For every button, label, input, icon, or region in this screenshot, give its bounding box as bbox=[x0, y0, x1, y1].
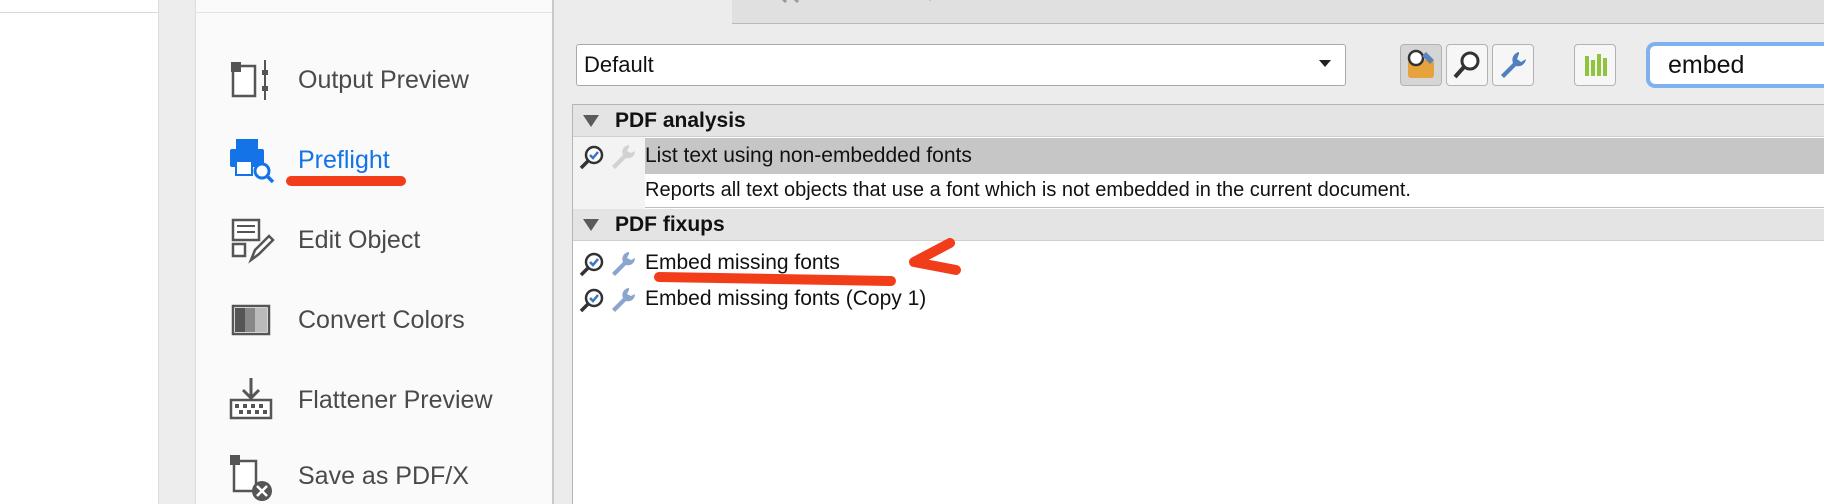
magnifier-icon bbox=[1453, 51, 1480, 79]
tool-label: Edit Object bbox=[298, 225, 421, 254]
check-magnifier-icon bbox=[579, 288, 604, 313]
row-icons bbox=[573, 138, 645, 174]
preflight-icon bbox=[226, 135, 276, 185]
profile-select-value: Default bbox=[584, 52, 654, 77]
annotation-underline-preflight bbox=[286, 176, 406, 186]
row-icons bbox=[573, 245, 645, 281]
tool-label: Preflight bbox=[298, 145, 390, 174]
disclosure-triangle-icon[interactable] bbox=[583, 218, 599, 231]
document-area bbox=[0, 0, 158, 504]
save-pdfx-icon bbox=[226, 451, 276, 501]
wrench-icon bbox=[612, 252, 636, 276]
group-header-pdf-fixups[interactable]: PDF fixups bbox=[573, 209, 1824, 241]
list-item[interactable]: Embed missing fonts (Copy 1) bbox=[573, 281, 1824, 317]
convert-colors-icon bbox=[226, 295, 276, 345]
disclosure-triangle-icon[interactable] bbox=[583, 114, 599, 127]
profile-select[interactable]: Default bbox=[576, 44, 1346, 86]
tool-label: Save as PDF/X bbox=[298, 461, 469, 490]
tab-bar bbox=[554, 0, 1824, 24]
wrench-icon bbox=[1501, 52, 1526, 78]
row-label: List text using non-embedded fonts bbox=[645, 144, 972, 167]
tool-label: Flattener Preview bbox=[298, 385, 493, 414]
pane-divider[interactable] bbox=[158, 0, 196, 504]
tool-output-preview[interactable]: Output Preview bbox=[226, 52, 546, 108]
tools-panel: Output Preview Preflight Edit Object Con… bbox=[196, 0, 552, 504]
search-input[interactable] bbox=[1666, 49, 1824, 81]
check-magnifier-icon bbox=[579, 252, 604, 277]
edit-object-icon bbox=[226, 215, 276, 265]
tool-label: Output Preview bbox=[298, 65, 469, 94]
row-label: Embed missing fonts (Copy 1) bbox=[645, 287, 927, 310]
wrench-icon bbox=[612, 288, 636, 312]
output-preview-icon bbox=[226, 55, 276, 105]
annotation-arrow-icon bbox=[909, 238, 961, 275]
row-description: Reports all text objects that use a font… bbox=[645, 174, 1824, 208]
preflight-dialog: Default PDF analys bbox=[552, 0, 1824, 504]
options-button[interactable] bbox=[1574, 44, 1616, 86]
tab-other[interactable] bbox=[732, 0, 1824, 24]
tool-save-pdfx[interactable]: Save as PDF/X bbox=[226, 448, 546, 504]
tool-flattener-preview[interactable]: Flattener Preview bbox=[226, 372, 546, 428]
fixups-view-button[interactable] bbox=[1492, 44, 1534, 86]
tool-edit-object[interactable]: Edit Object bbox=[226, 212, 546, 268]
checks-view-button[interactable] bbox=[1446, 44, 1488, 86]
standards-icon bbox=[929, 0, 931, 1]
wrench-icon bbox=[612, 145, 636, 169]
group-title: PDF analysis bbox=[615, 108, 746, 132]
group-header-pdf-analysis[interactable]: PDF analysis bbox=[573, 105, 1824, 137]
group-title: PDF fixups bbox=[615, 212, 725, 236]
profiles-icon bbox=[1407, 49, 1434, 78]
profiles-view-button[interactable] bbox=[1400, 44, 1442, 86]
flattener-preview-icon bbox=[226, 375, 276, 425]
results-icon bbox=[781, 0, 800, 4]
tool-convert-colors[interactable]: Convert Colors bbox=[226, 292, 546, 348]
list-item[interactable]: List text using non-embedded fonts bbox=[573, 138, 1824, 174]
bar-chart-icon bbox=[1585, 54, 1607, 76]
tab-profiles[interactable] bbox=[554, 0, 733, 24]
check-magnifier-icon bbox=[579, 145, 604, 170]
profile-tree: PDF analysis List text using non-embedde… bbox=[572, 104, 1824, 504]
chevron-down-icon bbox=[1319, 60, 1331, 67]
row-icons bbox=[573, 281, 645, 317]
search-field[interactable] bbox=[1646, 42, 1824, 88]
tool-label: Convert Colors bbox=[298, 305, 465, 334]
